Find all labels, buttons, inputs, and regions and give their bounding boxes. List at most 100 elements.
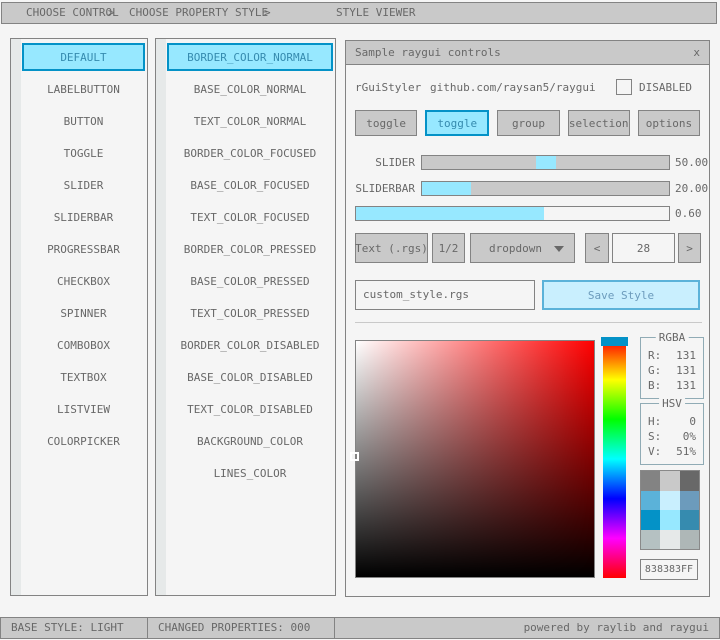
channel-label: R: bbox=[648, 348, 661, 363]
toggle-button[interactable]: toggle bbox=[425, 110, 489, 136]
slider-handle[interactable] bbox=[536, 156, 556, 169]
property-list-item[interactable]: BACKGROUND_COLOR bbox=[167, 427, 333, 455]
control-list-item-label: TEXTBOX bbox=[60, 371, 106, 384]
window-title: Sample raygui controls bbox=[355, 41, 501, 64]
control-list-item-label: TOGGLE bbox=[64, 147, 104, 160]
control-list-item[interactable]: BUTTON bbox=[22, 107, 145, 135]
toggle-button-label: toggle bbox=[437, 117, 477, 130]
channel-label: S: bbox=[648, 429, 661, 444]
dropdown[interactable]: dropdown bbox=[470, 233, 575, 263]
property-list-item[interactable]: TEXT_COLOR_NORMAL bbox=[167, 107, 333, 135]
property-list-item[interactable]: TEXT_COLOR_DISABLED bbox=[167, 395, 333, 423]
style-color-palette bbox=[640, 470, 700, 550]
filename-input[interactable]: custom_style.rgs bbox=[355, 280, 535, 310]
property-list-item[interactable]: BASE_COLOR_FOCUSED bbox=[167, 171, 333, 199]
property-list-item-label: TEXT_COLOR_FOCUSED bbox=[190, 211, 309, 224]
toggle-button-label: selection bbox=[569, 117, 629, 130]
property-list-item[interactable]: BASE_COLOR_PRESSED bbox=[167, 267, 333, 295]
text-rgs-button-label: Text (.rgs) bbox=[355, 242, 428, 255]
control-list-item-label: COLORPICKER bbox=[47, 435, 120, 448]
property-list-item[interactable]: TEXT_COLOR_PRESSED bbox=[167, 299, 333, 327]
channel-label: B: bbox=[648, 378, 661, 393]
control-list-item[interactable]: COMBOBOX bbox=[22, 331, 145, 359]
slider-track[interactable] bbox=[421, 155, 670, 170]
property-list-item[interactable]: TEXT_COLOR_FOCUSED bbox=[167, 203, 333, 231]
styler-label: rGuiStyler bbox=[355, 80, 421, 96]
control-list-item[interactable]: LISTVIEW bbox=[22, 395, 145, 423]
control-list-item[interactable]: PROGRESSBAR bbox=[22, 235, 145, 263]
property-list-item[interactable]: BASE_COLOR_DISABLED bbox=[167, 363, 333, 391]
spinner-value-box[interactable]: 28 bbox=[612, 233, 675, 263]
color-swatch bbox=[660, 530, 679, 550]
spinner-increment-button[interactable]: > bbox=[678, 233, 701, 263]
property-list-item[interactable]: BORDER_COLOR_FOCUSED bbox=[167, 139, 333, 167]
color-picker-cursor[interactable] bbox=[350, 452, 359, 461]
control-list-item[interactable]: DEFAULT bbox=[22, 43, 145, 71]
color-channel-row: H: 0 bbox=[641, 414, 703, 429]
sliderbar-track[interactable] bbox=[421, 181, 670, 196]
properties-panel: BORDER_COLOR_NORMAL BASE_COLOR_NORMAL TE… bbox=[155, 38, 336, 596]
toggle-button[interactable]: options bbox=[638, 110, 700, 136]
save-style-button-label: Save Style bbox=[588, 289, 654, 302]
hex-color-value: 838383FF bbox=[645, 564, 693, 575]
close-icon[interactable]: x bbox=[693, 41, 700, 64]
property-list-item[interactable]: BORDER_COLOR_DISABLED bbox=[167, 331, 333, 359]
control-list-item-label: BUTTON bbox=[64, 115, 104, 128]
color-swatch bbox=[680, 491, 699, 511]
hue-handle[interactable] bbox=[601, 337, 628, 346]
color-swatch bbox=[660, 471, 679, 491]
channel-label: G: bbox=[648, 363, 661, 378]
save-style-button[interactable]: Save Style bbox=[542, 280, 700, 310]
control-list-item[interactable]: COLORPICKER bbox=[22, 427, 145, 455]
controls-panel: DEFAULT LABELBUTTON BUTTON TOGGLE SLIDER bbox=[10, 38, 148, 596]
control-list-item[interactable]: LABELBUTTON bbox=[22, 75, 145, 103]
control-list-item-label: LABELBUTTON bbox=[47, 83, 120, 96]
control-list-item[interactable]: SPINNER bbox=[22, 299, 145, 327]
hex-color-input[interactable]: 838383FF bbox=[640, 559, 698, 580]
controls-scrollbar[interactable] bbox=[11, 39, 21, 595]
color-channel-row: B: 131 bbox=[641, 378, 703, 393]
spinner-decrement-button[interactable]: < bbox=[585, 233, 609, 263]
properties-scrollbar[interactable] bbox=[156, 39, 166, 595]
color-saturation-value-panel[interactable] bbox=[355, 340, 595, 578]
control-list-item-label: CHECKBOX bbox=[57, 275, 110, 288]
property-list-item[interactable]: BORDER_COLOR_NORMAL bbox=[167, 43, 333, 71]
status-base-style-label: BASE STYLE: LIGHT bbox=[11, 621, 124, 634]
disabled-checkbox-label: DISABLED bbox=[639, 80, 692, 96]
control-list-item[interactable]: TOGGLE bbox=[22, 139, 145, 167]
divider-line bbox=[355, 322, 702, 323]
toggle-button-label: group bbox=[512, 117, 545, 130]
color-swatch bbox=[680, 510, 699, 530]
property-list-item[interactable]: BASE_COLOR_NORMAL bbox=[167, 75, 333, 103]
hue-bar[interactable] bbox=[603, 340, 626, 578]
control-list-item[interactable]: CHECKBOX bbox=[22, 267, 145, 295]
toggle-button[interactable]: selection bbox=[568, 110, 630, 136]
control-list-item[interactable]: SLIDER bbox=[22, 171, 145, 199]
control-list-item-label: DEFAULT bbox=[60, 51, 106, 64]
repo-label: github.com/raysan5/raygui bbox=[430, 80, 596, 96]
control-list-item[interactable]: SLIDERBAR bbox=[22, 203, 145, 231]
control-list-item-label: LISTVIEW bbox=[57, 403, 110, 416]
color-swatch bbox=[641, 471, 660, 491]
progressbar-value: 0.60 bbox=[675, 206, 702, 221]
properties-list: BORDER_COLOR_NORMAL BASE_COLOR_NORMAL TE… bbox=[167, 43, 333, 491]
status-powered-by: powered by raylib and raygui bbox=[334, 617, 720, 639]
text-rgs-button[interactable]: Text (.rgs) bbox=[355, 233, 428, 263]
controls-list: DEFAULT LABELBUTTON BUTTON TOGGLE SLIDER bbox=[22, 43, 145, 459]
toggle-button[interactable]: toggle bbox=[355, 110, 417, 136]
hsv-groupbox: HSV H: 0 S: 0% V: 51% bbox=[640, 403, 704, 465]
control-list-item[interactable]: TEXTBOX bbox=[22, 363, 145, 391]
step-separator-icon: > bbox=[108, 3, 115, 23]
sample-controls-window: Sample raygui controls x rGuiStyler gith… bbox=[345, 40, 710, 597]
toggle-button[interactable]: group bbox=[497, 110, 559, 136]
channel-label: V: bbox=[648, 444, 661, 459]
rgba-groupbox: RGBA R: 131 G: 131 B: 131 bbox=[640, 337, 704, 399]
half-button[interactable]: 1/2 bbox=[432, 233, 465, 263]
property-list-item[interactable]: LINES_COLOR bbox=[167, 459, 333, 487]
toggle-button-label: toggle bbox=[366, 117, 406, 130]
disabled-checkbox[interactable] bbox=[616, 79, 632, 95]
property-list-item-label: BACKGROUND_COLOR bbox=[197, 435, 303, 448]
spinner-increment-label: > bbox=[686, 242, 693, 255]
property-list-item[interactable]: BORDER_COLOR_PRESSED bbox=[167, 235, 333, 263]
property-list-item-label: TEXT_COLOR_PRESSED bbox=[190, 307, 309, 320]
